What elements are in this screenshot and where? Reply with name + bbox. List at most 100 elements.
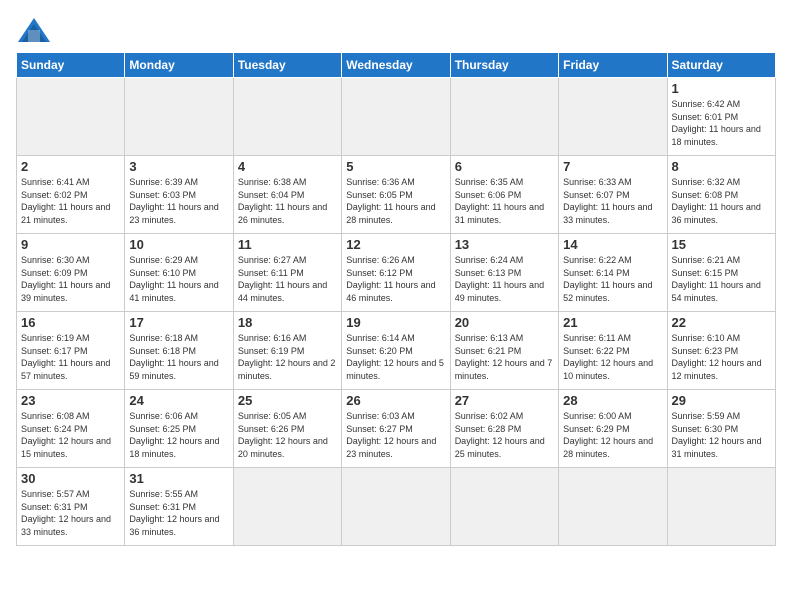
day-info: Sunrise: 6:41 AM Sunset: 6:02 PM Dayligh… [21,176,120,226]
calendar-cell: 5 Sunrise: 6:36 AM Sunset: 6:05 PM Daylig… [342,156,450,234]
calendar-cell: 3Sunrise: 6:39 AM Sunset: 6:03 PM Daylig… [125,156,233,234]
day-number: 10 [129,237,228,252]
calendar-cell [667,468,775,546]
day-info: Sunrise: 6:24 AM Sunset: 6:13 PM Dayligh… [455,254,554,304]
day-number: 27 [455,393,554,408]
calendar-cell: 18 Sunrise: 6:16 AM Sunset: 6:19 PM Dayli… [233,312,341,390]
day-number: 4 [238,159,337,174]
day-number: 12 [346,237,445,252]
calendar-cell: 10 Sunrise: 6:29 AM Sunset: 6:10 PM Dayli… [125,234,233,312]
day-number: 28 [563,393,662,408]
weekday-header: Friday [559,53,667,78]
day-number: 20 [455,315,554,330]
day-info: Sunrise: 6:16 AM Sunset: 6:19 PM Dayligh… [238,332,337,382]
day-number: 13 [455,237,554,252]
day-info: Sunrise: 6:08 AM Sunset: 6:24 PM Dayligh… [21,410,120,460]
calendar-cell: 4 Sunrise: 6:38 AM Sunset: 6:04 PM Daylig… [233,156,341,234]
day-number: 15 [672,237,771,252]
calendar-cell: 21Sunrise: 6:11 AM Sunset: 6:22 PM Dayli… [559,312,667,390]
calendar-cell [342,78,450,156]
calendar-week-row: 9 Sunrise: 6:30 AM Sunset: 6:09 PM Daylig… [17,234,776,312]
day-number: 2 [21,159,120,174]
calendar-cell [450,78,558,156]
day-number: 29 [672,393,771,408]
calendar-cell [559,78,667,156]
day-number: 25 [238,393,337,408]
calendar-cell: 6 Sunrise: 6:35 AM Sunset: 6:06 PM Daylig… [450,156,558,234]
calendar-header-row: SundayMondayTuesdayWednesdayThursdayFrid… [17,53,776,78]
day-number: 6 [455,159,554,174]
calendar-cell: 28 Sunrise: 6:00 AM Sunset: 6:29 PM Dayli… [559,390,667,468]
calendar-cell [450,468,558,546]
calendar-cell: 25 Sunrise: 6:05 AM Sunset: 6:26 PM Dayli… [233,390,341,468]
calendar-cell: 11Sunrise: 6:27 AM Sunset: 6:11 PM Dayli… [233,234,341,312]
day-number: 19 [346,315,445,330]
day-number: 26 [346,393,445,408]
calendar-cell [233,78,341,156]
day-number: 18 [238,315,337,330]
day-number: 7 [563,159,662,174]
calendar-cell: 23 Sunrise: 6:08 AM Sunset: 6:24 PM Dayli… [17,390,125,468]
calendar-week-row: 2 Sunrise: 6:41 AM Sunset: 6:02 PM Daylig… [17,156,776,234]
day-number: 14 [563,237,662,252]
day-info: Sunrise: 6:32 AM Sunset: 6:08 PM Dayligh… [672,176,771,226]
day-number: 8 [672,159,771,174]
calendar-cell: 14Sunrise: 6:22 AM Sunset: 6:14 PM Dayli… [559,234,667,312]
calendar-cell: 26 Sunrise: 6:03 AM Sunset: 6:27 PM Dayli… [342,390,450,468]
calendar-cell: 1Sunrise: 6:42 AM Sunset: 6:01 PM Daylig… [667,78,775,156]
page: SundayMondayTuesdayWednesdayThursdayFrid… [0,0,792,612]
day-info: Sunrise: 6:10 AM Sunset: 6:23 PM Dayligh… [672,332,771,382]
day-number: 30 [21,471,120,486]
day-number: 17 [129,315,228,330]
calendar-week-row: 30 Sunrise: 5:57 AM Sunset: 6:31 PM Dayli… [17,468,776,546]
day-info: Sunrise: 6:03 AM Sunset: 6:27 PM Dayligh… [346,410,445,460]
day-number: 1 [672,81,771,96]
day-info: Sunrise: 6:30 AM Sunset: 6:09 PM Dayligh… [21,254,120,304]
day-info: Sunrise: 6:35 AM Sunset: 6:06 PM Dayligh… [455,176,554,226]
day-info: Sunrise: 6:05 AM Sunset: 6:26 PM Dayligh… [238,410,337,460]
calendar-cell [342,468,450,546]
day-info: Sunrise: 5:59 AM Sunset: 6:30 PM Dayligh… [672,410,771,460]
day-number: 24 [129,393,228,408]
day-info: Sunrise: 6:19 AM Sunset: 6:17 PM Dayligh… [21,332,120,382]
calendar-cell [233,468,341,546]
calendar-cell: 17Sunrise: 6:18 AM Sunset: 6:18 PM Dayli… [125,312,233,390]
day-info: Sunrise: 6:00 AM Sunset: 6:29 PM Dayligh… [563,410,662,460]
calendar-cell: 2 Sunrise: 6:41 AM Sunset: 6:02 PM Daylig… [17,156,125,234]
calendar-cell [17,78,125,156]
weekday-header: Tuesday [233,53,341,78]
day-number: 5 [346,159,445,174]
day-number: 22 [672,315,771,330]
day-info: Sunrise: 6:36 AM Sunset: 6:05 PM Dayligh… [346,176,445,226]
weekday-header: Wednesday [342,53,450,78]
calendar-cell: 19 Sunrise: 6:14 AM Sunset: 6:20 PM Dayli… [342,312,450,390]
day-info: Sunrise: 6:29 AM Sunset: 6:10 PM Dayligh… [129,254,228,304]
day-info: Sunrise: 6:27 AM Sunset: 6:11 PM Dayligh… [238,254,337,304]
logo-icon [16,16,52,44]
day-number: 21 [563,315,662,330]
weekday-header: Sunday [17,53,125,78]
calendar-cell: 30 Sunrise: 5:57 AM Sunset: 6:31 PM Dayli… [17,468,125,546]
calendar-cell: 16Sunrise: 6:19 AM Sunset: 6:17 PM Dayli… [17,312,125,390]
weekday-header: Saturday [667,53,775,78]
logo [16,16,58,44]
calendar-cell: 8 Sunrise: 6:32 AM Sunset: 6:08 PM Daylig… [667,156,775,234]
day-info: Sunrise: 6:02 AM Sunset: 6:28 PM Dayligh… [455,410,554,460]
day-info: Sunrise: 6:26 AM Sunset: 6:12 PM Dayligh… [346,254,445,304]
day-number: 23 [21,393,120,408]
calendar-cell: 13 Sunrise: 6:24 AM Sunset: 6:13 PM Dayli… [450,234,558,312]
day-info: Sunrise: 6:14 AM Sunset: 6:20 PM Dayligh… [346,332,445,382]
calendar-cell [559,468,667,546]
calendar-table: SundayMondayTuesdayWednesdayThursdayFrid… [16,52,776,546]
day-info: Sunrise: 6:21 AM Sunset: 6:15 PM Dayligh… [672,254,771,304]
calendar-week-row: 16Sunrise: 6:19 AM Sunset: 6:17 PM Dayli… [17,312,776,390]
day-info: Sunrise: 5:57 AM Sunset: 6:31 PM Dayligh… [21,488,120,538]
calendar-cell: 27 Sunrise: 6:02 AM Sunset: 6:28 PM Dayli… [450,390,558,468]
calendar-week-row: 23 Sunrise: 6:08 AM Sunset: 6:24 PM Dayli… [17,390,776,468]
header [16,16,776,44]
calendar-cell: 9 Sunrise: 6:30 AM Sunset: 6:09 PM Daylig… [17,234,125,312]
day-info: Sunrise: 6:39 AM Sunset: 6:03 PM Dayligh… [129,176,228,226]
weekday-header: Thursday [450,53,558,78]
day-info: Sunrise: 6:38 AM Sunset: 6:04 PM Dayligh… [238,176,337,226]
day-number: 9 [21,237,120,252]
